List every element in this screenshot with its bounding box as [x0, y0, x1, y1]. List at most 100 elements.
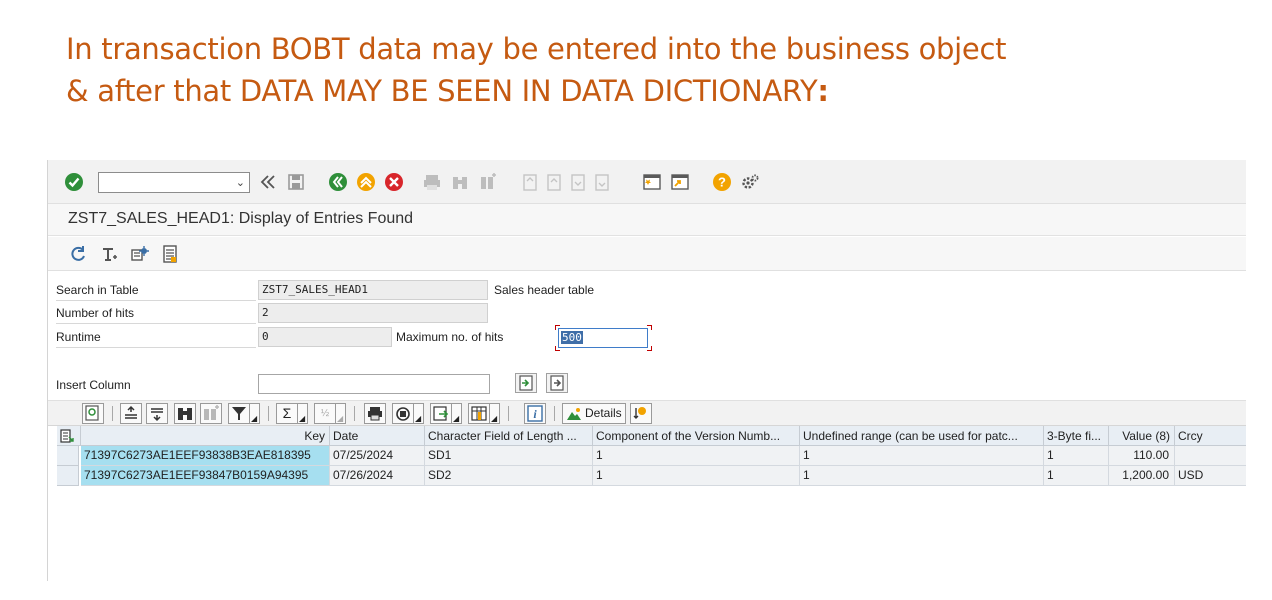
column-header-3byte[interactable]: 3-Byte fi...	[1044, 426, 1109, 446]
table-row-version[interactable]: 1	[593, 466, 800, 486]
table-row-currency[interactable]: USD	[1175, 466, 1246, 486]
find-next-button[interactable]	[200, 403, 222, 424]
info-button[interactable]: i	[524, 403, 546, 424]
magnifier-icon	[85, 405, 99, 421]
column-header-version[interactable]: Component of the Version Numb...	[593, 426, 800, 446]
column-header-value[interactable]: Value (8)	[1109, 426, 1175, 446]
subtotal-dropdown[interactable]: ◢	[336, 403, 346, 424]
table-row-date[interactable]: 07/26/2024	[330, 466, 425, 486]
sort-ascending-button[interactable]	[120, 403, 142, 424]
slide-title-line2-text: & after that DATA MAY BE SEEN IN DATA DI…	[66, 74, 818, 108]
detail-button[interactable]	[82, 403, 104, 424]
filter-dropdown[interactable]: ◢	[250, 403, 260, 424]
total-button[interactable]: Σ	[276, 403, 298, 424]
table-row-version[interactable]: 1	[593, 446, 800, 466]
total-dropdown[interactable]: ◢	[298, 403, 308, 424]
column-header-undefined-range[interactable]: Undefined range (can be used for patc...	[800, 426, 1044, 446]
info-icon: i	[527, 405, 543, 422]
search-in-table-field: ZST7_SALES_HEAD1	[258, 280, 488, 300]
table-row-3byte[interactable]: 1	[1044, 466, 1109, 486]
table-row-value[interactable]: 1,200.00	[1109, 466, 1175, 486]
views-button[interactable]	[392, 403, 414, 424]
previous-page-icon[interactable]	[544, 172, 564, 192]
select-all-icon	[60, 429, 74, 443]
first-page-icon[interactable]	[520, 172, 540, 192]
cancel-icon[interactable]	[384, 172, 404, 192]
slide-title-line2: & after that DATA MAY BE SEEN IN DATA DI…	[66, 70, 1006, 112]
subtotal-button[interactable]: ½	[314, 403, 336, 424]
back-icon[interactable]	[328, 172, 348, 192]
print-icon[interactable]	[422, 172, 442, 192]
command-field[interactable]: ⌄	[98, 172, 250, 193]
chevron-down-icon[interactable]: ⌄	[236, 176, 245, 189]
slide-title-line1: In transaction BOBT data may be entered …	[66, 32, 1007, 66]
screen-title-bar: ZST7_SALES_HEAD1: Display of Entries Fou…	[48, 204, 1246, 236]
last-page-icon[interactable]	[592, 172, 612, 192]
system-toolbar: ⌄ ?	[48, 160, 1246, 204]
exit-icon[interactable]	[356, 172, 376, 192]
table-row-key[interactable]: 71397C6273AE1EEF93838B3EAE818395	[81, 446, 330, 466]
table-row-undefined-range[interactable]: 1	[800, 446, 1044, 466]
sort-descending-button[interactable]	[146, 403, 168, 424]
graphic-button[interactable]	[630, 403, 652, 424]
find-icon[interactable]	[450, 172, 470, 192]
table-row-char-field[interactable]: SD1	[425, 446, 593, 466]
create-session-icon[interactable]	[642, 172, 662, 192]
refresh-icon[interactable]	[68, 244, 88, 264]
table-row-date[interactable]: 07/25/2024	[330, 446, 425, 466]
svg-text:?: ?	[718, 175, 726, 190]
details-button[interactable]: Details	[562, 403, 626, 424]
insert-column-button[interactable]	[515, 373, 537, 393]
application-toolbar	[48, 237, 1246, 271]
sigma-icon: Σ	[282, 405, 292, 421]
next-page-icon[interactable]	[568, 172, 588, 192]
remove-column-button[interactable]	[546, 373, 568, 393]
shortcut-icon[interactable]	[670, 172, 690, 192]
gear-icon[interactable]	[740, 172, 760, 192]
slide-title-colon: :	[817, 74, 829, 108]
help-icon[interactable]: ?	[712, 172, 732, 192]
check-table-icon[interactable]	[100, 244, 120, 264]
collapse-left-icon[interactable]	[258, 172, 278, 192]
table-row-char-field[interactable]: SD2	[425, 466, 593, 486]
export-button[interactable]	[430, 403, 452, 424]
table-row-undefined-range[interactable]: 1	[800, 466, 1044, 486]
find-button[interactable]	[174, 403, 196, 424]
select-all-cell[interactable]	[57, 426, 81, 446]
print-preview-button[interactable]	[364, 403, 386, 424]
printer-icon	[368, 407, 382, 421]
column-header-currency[interactable]: Crcy	[1175, 426, 1246, 446]
table-row-key[interactable]: 71397C6273AE1EEF93847B0159A94395	[81, 466, 330, 486]
sort-ascending-icon	[125, 405, 137, 419]
export-icon	[433, 406, 449, 421]
insert-column-label: Insert Column	[56, 378, 131, 392]
max-hits-focus: 500	[555, 325, 652, 351]
views-dropdown[interactable]: ◢	[414, 403, 424, 424]
table-row-value[interactable]: 110.00	[1109, 446, 1175, 466]
row-selector[interactable]	[57, 446, 79, 466]
subtotal-icon: ½	[320, 408, 330, 419]
table-contents-icon[interactable]	[130, 244, 150, 264]
binoculars-plus-icon	[204, 405, 219, 420]
find-next-icon[interactable]	[478, 172, 498, 192]
export-dropdown[interactable]: ◢	[452, 403, 462, 424]
remove-column-icon	[550, 375, 564, 391]
layout-dropdown[interactable]: ◢	[490, 403, 500, 424]
column-header-char-field[interactable]: Character Field of Length ...	[425, 426, 593, 446]
save-icon[interactable]	[286, 172, 306, 192]
filter-button[interactable]	[228, 403, 250, 424]
number-of-hits-label: Number of hits	[56, 303, 256, 324]
column-header-date[interactable]: Date	[330, 426, 425, 446]
enter-check-icon[interactable]	[64, 172, 84, 192]
insert-column-input[interactable]	[258, 374, 490, 394]
sap-window: ⌄ ? ZST7_SALES_HEAD1: Display of Entries…	[47, 160, 1246, 581]
results-grid: Key Date Character Field of Length ... C…	[48, 426, 1246, 581]
row-selector[interactable]	[57, 466, 79, 486]
max-hits-input[interactable]: 500	[558, 328, 648, 348]
table-row-3byte[interactable]: 1	[1044, 446, 1109, 466]
max-hits-label: Maximum no. of hits	[396, 330, 504, 344]
column-header-key[interactable]: Key	[81, 426, 330, 446]
table-row-currency[interactable]	[1175, 446, 1246, 466]
document-list-icon[interactable]	[160, 244, 180, 264]
change-layout-button[interactable]	[468, 403, 490, 424]
